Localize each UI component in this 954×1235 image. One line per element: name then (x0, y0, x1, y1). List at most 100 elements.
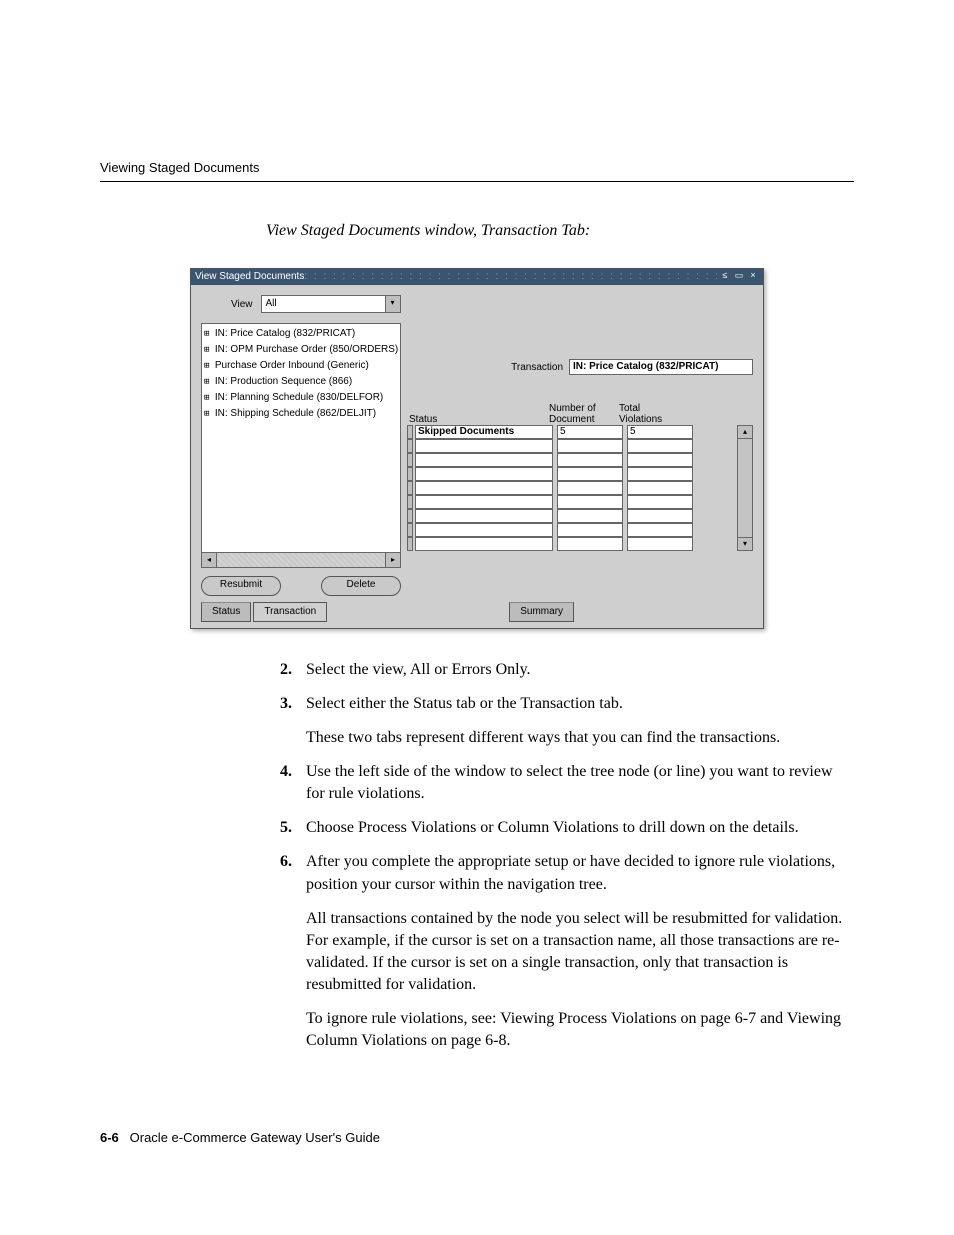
screenshot-window: View Staged Documents : : : : : : : : : … (190, 268, 764, 629)
row-handle[interactable] (407, 523, 413, 537)
page-footer: 6-6 Oracle e-Commerce Gateway User's Gui… (100, 1130, 380, 1145)
step-number: 5. (266, 817, 292, 839)
maximize-icon[interactable]: ▭ (733, 269, 745, 281)
row-handle[interactable] (407, 509, 413, 523)
table-row[interactable] (407, 509, 735, 523)
cell-status[interactable] (415, 481, 553, 495)
step-text: Choose Process Violations or Column Viol… (306, 817, 844, 839)
cell-total[interactable] (627, 509, 693, 523)
table-row[interactable] (407, 495, 735, 509)
minimize-icon[interactable]: ≤ (719, 269, 731, 281)
cell-number[interactable] (557, 509, 623, 523)
transaction-label: Transaction (511, 362, 563, 373)
cell-number[interactable] (557, 537, 623, 551)
titlebar: View Staged Documents : : : : : : : : : … (191, 269, 763, 285)
book-title: Oracle e-Commerce Gateway User's Guide (130, 1130, 380, 1145)
step-number: 3. (266, 693, 292, 749)
col-number-header: Number of Document (545, 403, 615, 425)
chevron-down-icon[interactable]: ▾ (385, 296, 400, 312)
scroll-right-icon[interactable]: ▸ (385, 553, 400, 567)
table-row[interactable] (407, 481, 735, 495)
scroll-up-icon[interactable]: ▴ (738, 426, 752, 439)
cell-number[interactable] (557, 439, 623, 453)
delete-button[interactable]: Delete (321, 576, 401, 596)
view-dropdown[interactable]: All ▾ (261, 295, 401, 313)
cell-total[interactable] (627, 495, 693, 509)
tree-item[interactable]: Purchase Order Inbound (Generic) (204, 358, 398, 374)
scroll-track[interactable] (738, 439, 752, 537)
row-handle[interactable] (407, 481, 413, 495)
cell-status[interactable]: Skipped Documents (415, 425, 553, 439)
cell-status[interactable] (415, 509, 553, 523)
tab-transaction[interactable]: Transaction (253, 602, 327, 622)
row-handle[interactable] (407, 425, 413, 439)
tree-item[interactable]: IN: OPM Purchase Order (850/ORDERS) (204, 342, 398, 358)
tree-item[interactable]: IN: Planning Schedule (830/DELFOR) (204, 390, 398, 406)
scroll-left-icon[interactable]: ◂ (202, 553, 217, 567)
cell-status[interactable] (415, 495, 553, 509)
row-handle[interactable] (407, 537, 413, 551)
table-row[interactable]: Skipped Documents 55 (407, 425, 735, 439)
table-row[interactable] (407, 537, 735, 551)
row-handle[interactable] (407, 495, 413, 509)
scroll-down-icon[interactable]: ▾ (738, 537, 752, 550)
cell-status[interactable] (415, 467, 553, 481)
view-dropdown-value: All (266, 296, 277, 312)
results-grid: Status Number of Document Total Violatio… (407, 399, 735, 551)
row-handle[interactable] (407, 453, 413, 467)
running-header: Viewing Staged Documents (100, 160, 854, 175)
step-text: Select the view, All or Errors Only. (306, 659, 844, 681)
tab-status[interactable]: Status (201, 602, 251, 622)
table-row[interactable] (407, 523, 735, 537)
step-number: 4. (266, 761, 292, 805)
tree-hscrollbar[interactable]: ◂ ▸ (201, 553, 401, 568)
grid-vscrollbar[interactable]: ▴ ▾ (737, 425, 753, 551)
cell-number[interactable] (557, 523, 623, 537)
step-number: 2. (266, 659, 292, 681)
cell-status[interactable] (415, 523, 553, 537)
row-handle[interactable] (407, 439, 413, 453)
cell-total[interactable] (627, 537, 693, 551)
cell-total[interactable] (627, 523, 693, 537)
cell-number[interactable] (557, 495, 623, 509)
figure-caption: View Staged Documents window, Transactio… (266, 222, 854, 240)
cell-status[interactable] (415, 439, 553, 453)
tree-item[interactable]: IN: Production Sequence (866) (204, 374, 398, 390)
cell-total[interactable] (627, 453, 693, 467)
cell-total[interactable]: 5 (627, 425, 693, 439)
step-text: These two tabs represent different ways … (306, 727, 844, 749)
cell-status[interactable] (415, 537, 553, 551)
table-row[interactable] (407, 439, 735, 453)
cell-number[interactable] (557, 467, 623, 481)
page-number: 6-6 (100, 1130, 119, 1145)
resubmit-button[interactable]: Resubmit (201, 576, 281, 596)
scroll-track[interactable] (217, 553, 385, 567)
cell-number[interactable]: 5 (557, 425, 623, 439)
cell-total[interactable] (627, 481, 693, 495)
view-label: View (231, 299, 253, 310)
titlebar-decoration: : : : : : : : : : : : : : : : : : : : : … (304, 269, 717, 285)
col-total-header: Total Violations (615, 403, 685, 425)
table-row[interactable] (407, 453, 735, 467)
cell-total[interactable] (627, 439, 693, 453)
instruction-list: 2. Select the view, All or Errors Only. … (266, 659, 844, 1052)
tree-view[interactable]: IN: Price Catalog (832/PRICAT) IN: OPM P… (201, 323, 401, 553)
step-text: After you complete the appropriate setup… (306, 851, 844, 895)
cell-number[interactable] (557, 481, 623, 495)
step-text: Select either the Status tab or the Tran… (306, 693, 844, 715)
table-row[interactable] (407, 467, 735, 481)
step-text: To ignore rule violations, see: Viewing … (306, 1008, 844, 1052)
row-handle[interactable] (407, 467, 413, 481)
cell-total[interactable] (627, 467, 693, 481)
header-rule (100, 181, 854, 182)
window-title: View Staged Documents (195, 269, 304, 285)
tree-item[interactable]: IN: Shipping Schedule (862/DELJIT) (204, 406, 398, 422)
close-icon[interactable]: × (747, 269, 759, 281)
step-text: Use the left side of the window to selec… (306, 761, 844, 805)
cell-number[interactable] (557, 453, 623, 467)
tab-summary[interactable]: Summary (509, 602, 574, 622)
tree-item[interactable]: IN: Price Catalog (832/PRICAT) (204, 326, 398, 342)
col-status-header: Status (407, 414, 545, 425)
cell-status[interactable] (415, 453, 553, 467)
transaction-field[interactable]: IN: Price Catalog (832/PRICAT) (569, 359, 753, 375)
